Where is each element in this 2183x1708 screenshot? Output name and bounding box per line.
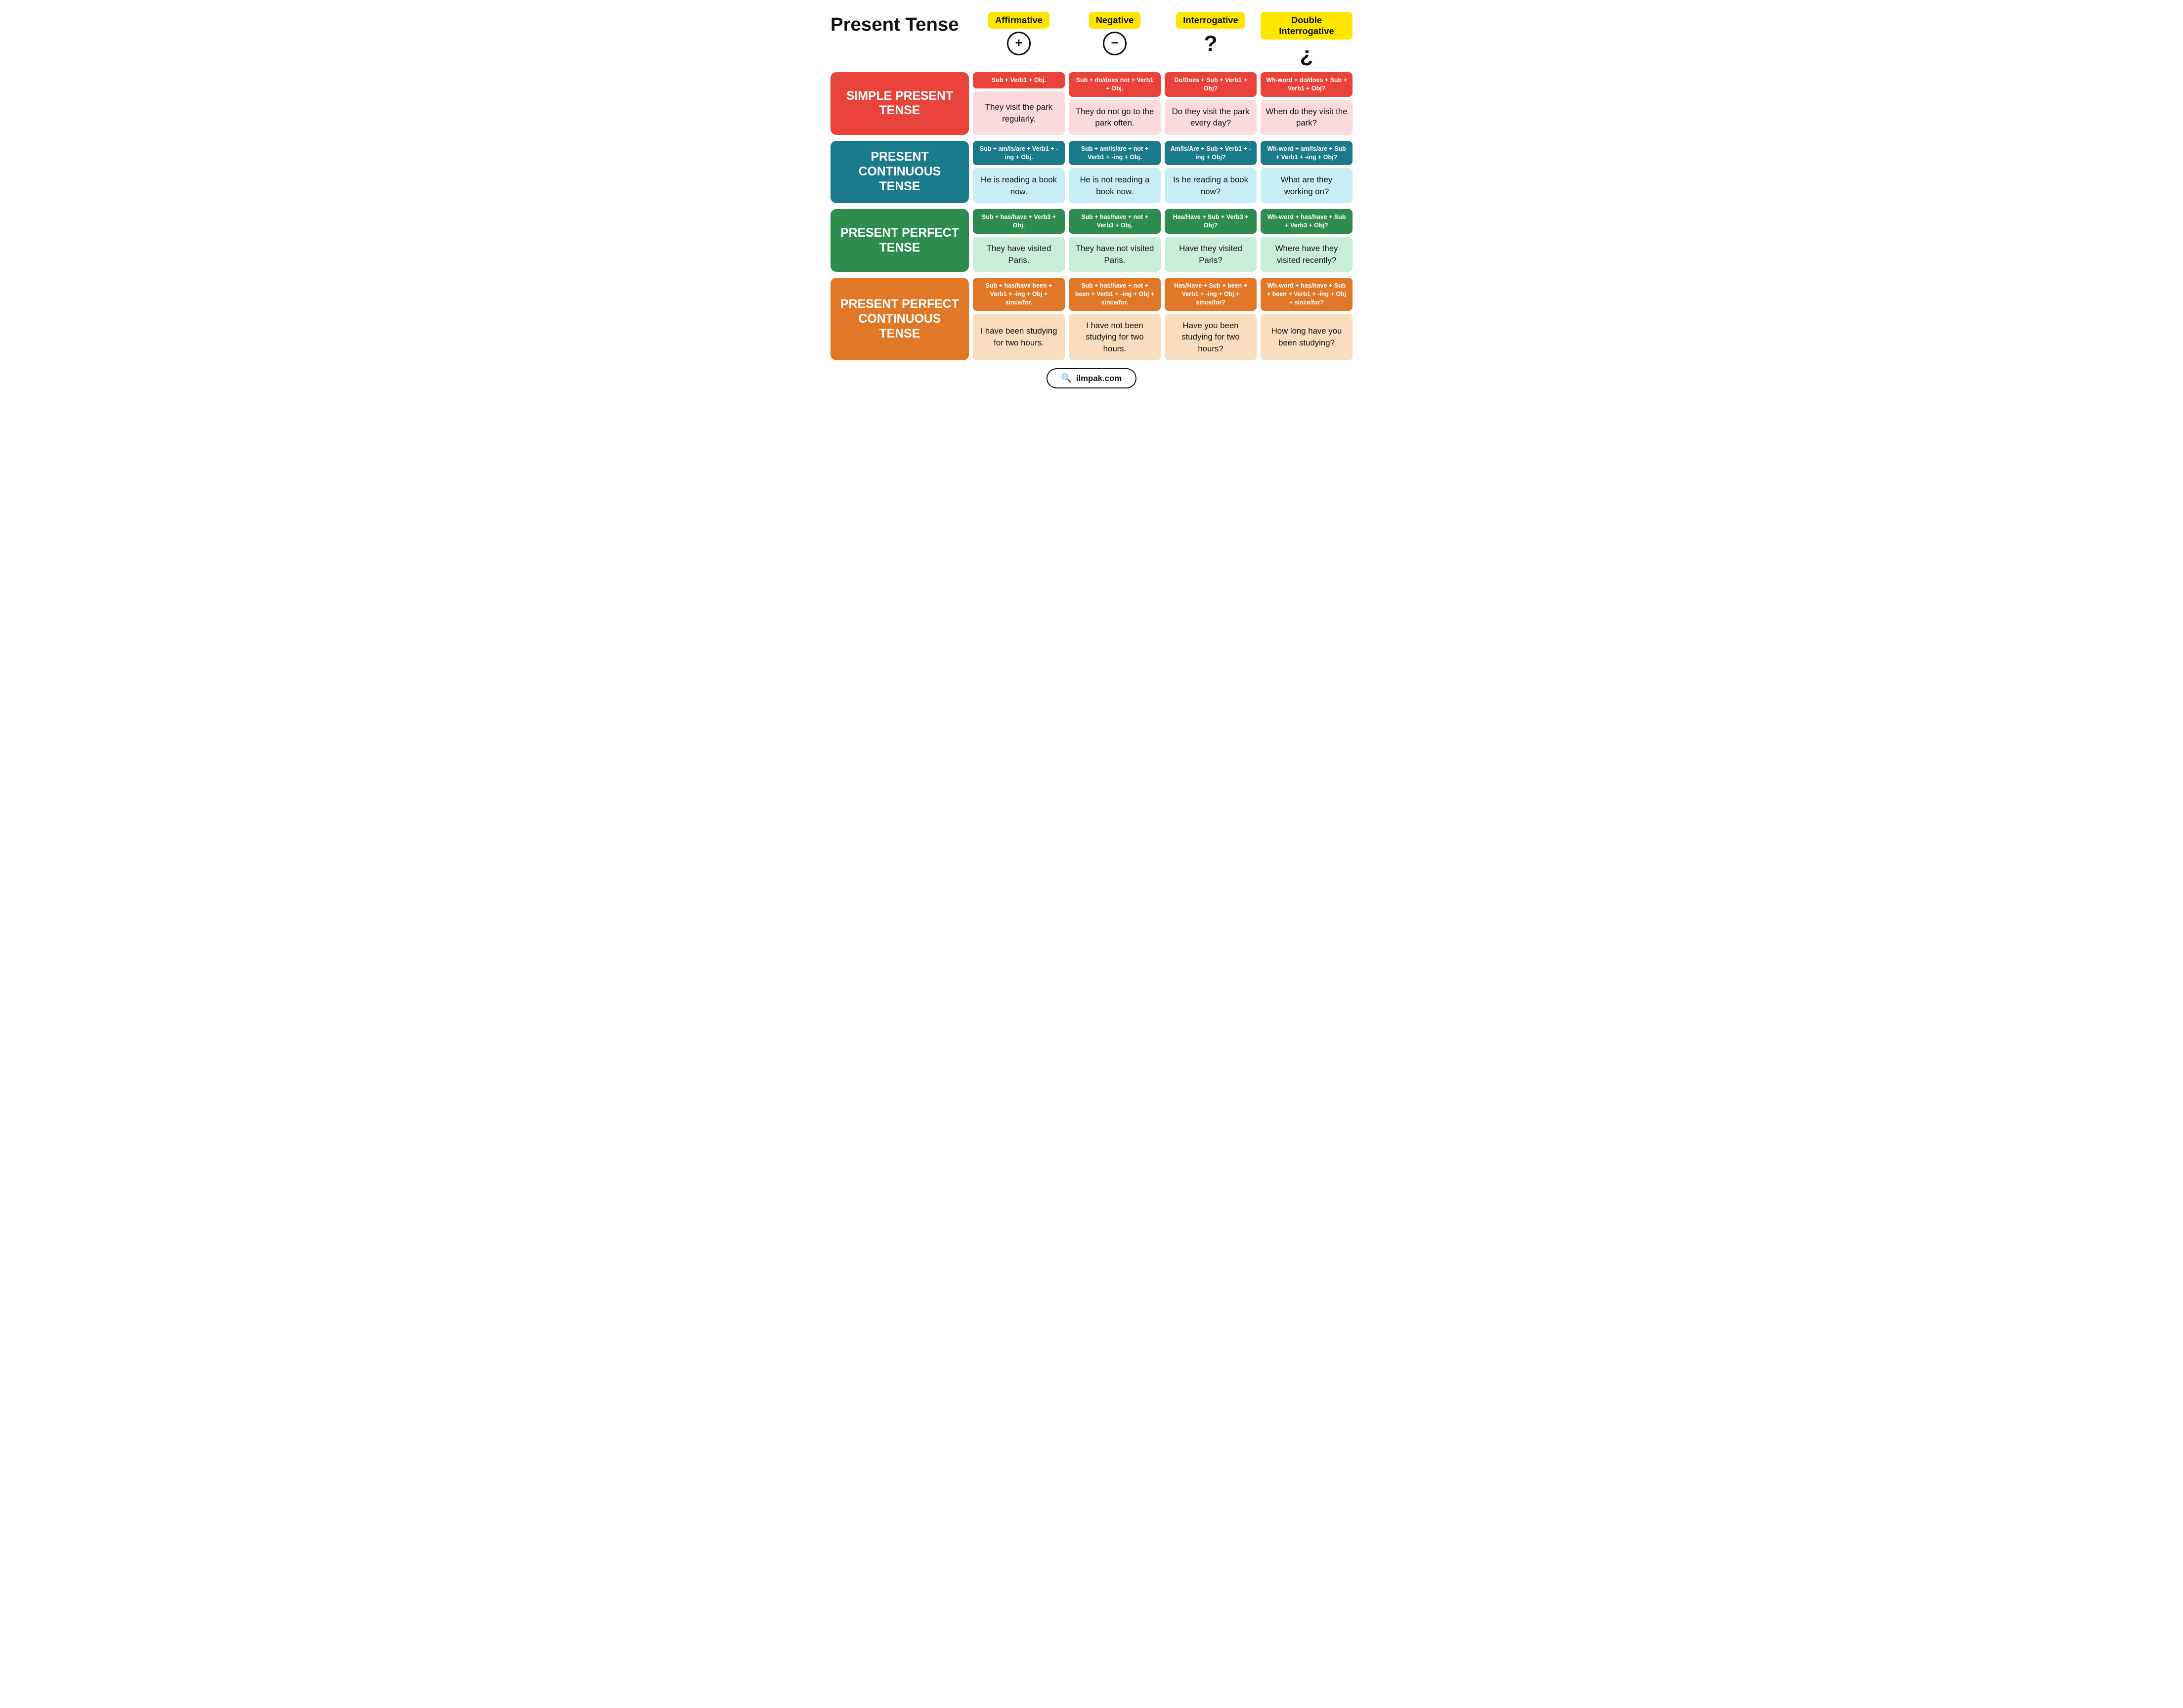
data-col-0-3: Wh-word + do/does + Sub + Verb1 + Obj? Wh…: [1261, 72, 1353, 135]
example-cell-1-1: He is not reading a book now.: [1069, 168, 1161, 203]
example-cell-0-3: When do they visit the park?: [1261, 100, 1353, 135]
search-icon: 🔍: [1061, 373, 1072, 384]
col-header-2: Interrogative?: [1165, 12, 1257, 66]
data-col-2-3: Wh-word + has/have + Sub + Verb3 + Obj? W…: [1261, 209, 1353, 272]
example-cell-2-0: They have visited Paris.: [973, 237, 1065, 272]
formula-cell-3-0: Sub + has/have been + Verb1 + -ing + Obj…: [973, 278, 1065, 311]
example-cell-3-1: I have not been studying for two hours.: [1069, 314, 1161, 361]
formula-cell-0-0: Sub + Verb1 + Obj.: [973, 72, 1065, 88]
data-col-2-0: Sub + has/have + Verb3 + Obj. They have v…: [973, 209, 1065, 272]
col-icon-3: ¿: [1300, 43, 1313, 66]
tense-table: SIMPLE PRESENT TENSESub + Verb1 + Obj.Th…: [830, 72, 1353, 360]
formula-cell-2-3: Wh-word + has/have + Sub + Verb3 + Obj?: [1261, 209, 1353, 234]
footer-text: ilmpak.com: [1076, 374, 1122, 384]
example-cell-3-0: I have been studying for two hours.: [973, 314, 1065, 361]
data-col-1-1: Sub + am/is/are + not + Verb1 + -ing + O…: [1069, 141, 1161, 204]
example-cell-2-2: Have they visited Paris?: [1165, 237, 1257, 272]
data-col-1-0: Sub + am/is/are + Verb1 + -ing + Obj.He …: [973, 141, 1065, 204]
column-headers: Affirmative+Negative−Interrogative?Doubl…: [973, 12, 1353, 66]
data-col-3-0: Sub + has/have been + Verb1 + -ing + Obj…: [973, 278, 1065, 360]
data-col-3-1: Sub + has/have + not + been + Verb1 + -i…: [1069, 278, 1161, 360]
tense-label-1: PRESENT CONTINUOUS TENSE: [830, 141, 969, 204]
example-cell-2-1: They have not visited Paris.: [1069, 237, 1161, 272]
data-col-1-2: Am/Is/Are + Sub + Verb1 + -ing + Obj?Is …: [1165, 141, 1257, 204]
data-col-1-3: Wh-word + am/is/are + Sub + Verb1 + -ing…: [1261, 141, 1353, 204]
col-icon-1: −: [1103, 32, 1127, 55]
formula-cell-0-2: Do/Does + Sub + Verb1 + Obj?: [1165, 72, 1257, 97]
data-cells-0: Sub + Verb1 + Obj. They visit the park re…: [973, 72, 1353, 135]
tense-label-0: SIMPLE PRESENT TENSE: [830, 72, 969, 135]
formula-cell-0-1: Sub + do/does not + Verb1 + Obj.: [1069, 72, 1161, 97]
data-col-3-2: Has/Have + Sub + been + Verb1 + -ing + O…: [1165, 278, 1257, 360]
formula-cell-2-0: Sub + has/have + Verb3 + Obj.: [973, 209, 1065, 234]
footer: 🔍 ilmpak.com: [830, 368, 1353, 388]
col-label-0: Affirmative: [988, 12, 1049, 29]
col-icon-2: ?: [1204, 32, 1217, 55]
page-title: Present Tense: [830, 12, 969, 36]
data-cells-2: Sub + has/have + Verb3 + Obj. They have v…: [973, 209, 1353, 272]
data-col-0-2: Do/Does + Sub + Verb1 + Obj? Do they visi…: [1165, 72, 1257, 135]
data-cells-3: Sub + has/have been + Verb1 + -ing + Obj…: [973, 278, 1353, 360]
formula-cell-0-3: Wh-word + do/does + Sub + Verb1 + Obj?: [1261, 72, 1353, 97]
formula-cell-2-2: Has/Have + Sub + Verb3 + Obj?: [1165, 209, 1257, 234]
footer-badge: 🔍 ilmpak.com: [1047, 368, 1136, 388]
col-label-1: Negative: [1089, 12, 1141, 29]
formula-cell-3-3: Wh-word + has/have + Sub + been + Verb1 …: [1261, 278, 1353, 311]
header-row: Present Tense Affirmative + Negative − Inter…: [830, 12, 1353, 66]
col-label-3: Double Interrogative: [1261, 12, 1353, 40]
col-header-3: Double Interrogative ¿: [1261, 12, 1353, 66]
example-cell-1-3: What are they working on?: [1261, 168, 1353, 203]
formula-cell-2-1: Sub + has/have + not + Verb3 + Obj.: [1069, 209, 1161, 234]
col-icon-0: +: [1007, 32, 1031, 55]
col-label-2: Interrogative: [1176, 12, 1245, 29]
data-col-0-1: Sub + do/does not + Verb1 + Obj. They do …: [1069, 72, 1161, 135]
example-cell-0-2: Do they visit the park every day?: [1165, 100, 1257, 135]
formula-cell-1-0: Sub + am/is/are + Verb1 + -ing + Obj.: [973, 141, 1065, 166]
example-cell-1-2: Is he reading a book now?: [1165, 168, 1257, 203]
data-col-3-3: Wh-word + has/have + Sub + been + Verb1 …: [1261, 278, 1353, 360]
formula-cell-3-1: Sub + has/have + not + been + Verb1 + -i…: [1069, 278, 1161, 311]
tense-row-1: PRESENT CONTINUOUS TENSESub + am/is/are …: [830, 141, 1353, 204]
example-cell-2-3: Where have they visited recently?: [1261, 237, 1353, 272]
col-header-0: Affirmative +: [973, 12, 1065, 66]
data-col-0-0: Sub + Verb1 + Obj. They visit the park re…: [973, 72, 1065, 135]
example-cell-0-1: They do not go to the park often.: [1069, 100, 1161, 135]
col-header-1: Negative −: [1069, 12, 1161, 66]
tense-row-0: SIMPLE PRESENT TENSESub + Verb1 + Obj.Th…: [830, 72, 1353, 135]
formula-cell-1-1: Sub + am/is/are + not + Verb1 + -ing + O…: [1069, 141, 1161, 166]
tense-label-2: PRESENT PERFECT TENSE: [830, 209, 969, 272]
formula-cell-1-3: Wh-word + am/is/are + Sub + Verb1 + -ing…: [1261, 141, 1353, 166]
example-cell-0-0: They visit the park regularly.: [973, 91, 1065, 135]
example-cell-3-2: Have you been studying for two hours?: [1165, 314, 1257, 361]
data-cells-1: Sub + am/is/are + Verb1 + -ing + Obj.He …: [973, 141, 1353, 204]
data-col-2-2: Has/Have + Sub + Verb3 + Obj? Have they v…: [1165, 209, 1257, 272]
tense-label-3: PRESENT PERFECT CONTINUOUS TENSE: [830, 278, 969, 360]
example-cell-1-0: He is reading a book now.: [973, 168, 1065, 203]
formula-cell-1-2: Am/Is/Are + Sub + Verb1 + -ing + Obj?: [1165, 141, 1257, 166]
data-col-2-1: Sub + has/have + not + Verb3 + Obj. They …: [1069, 209, 1161, 272]
tense-row-2: PRESENT PERFECT TENSESub + has/have + Ve…: [830, 209, 1353, 272]
formula-cell-3-2: Has/Have + Sub + been + Verb1 + -ing + O…: [1165, 278, 1257, 311]
tense-row-3: PRESENT PERFECT CONTINUOUS TENSESub + ha…: [830, 278, 1353, 360]
example-cell-3-3: How long have you been studying?: [1261, 314, 1353, 361]
